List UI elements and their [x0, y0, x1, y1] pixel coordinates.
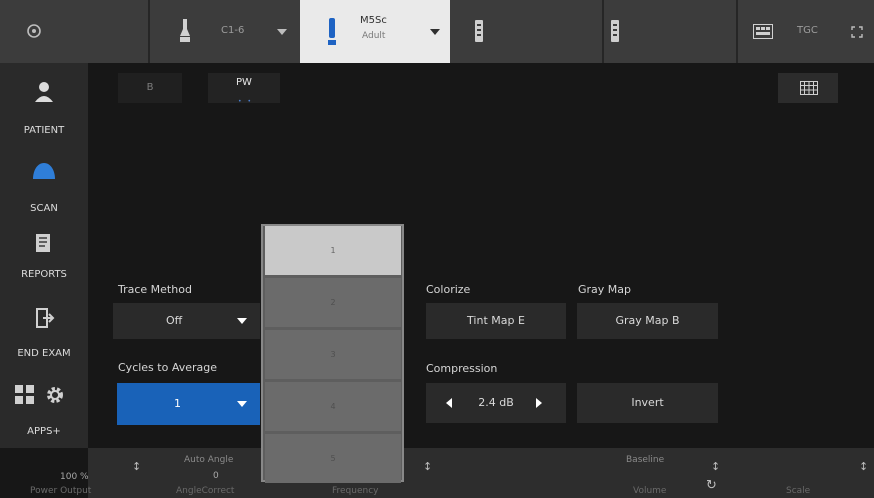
probe-icon [475, 20, 483, 42]
probe-selector-c1-6[interactable]: C1-6 [150, 0, 300, 63]
compression-value: 2.4 dB [478, 396, 514, 409]
grid-icon [800, 81, 818, 95]
cycles-to-average-label: Cycles to Average [118, 361, 217, 374]
colorize-value: Tint Map E [467, 314, 525, 327]
cycles-to-average-value: 1 [174, 397, 181, 410]
power-output-label: Power Output [30, 486, 92, 496]
layout-grid-button[interactable] [778, 73, 838, 103]
expand-icon[interactable] [851, 26, 863, 38]
trace-method-label: Trace Method [118, 283, 192, 296]
gray-map-button[interactable]: Gray Map B [577, 303, 718, 339]
chevron-down-icon [237, 401, 247, 407]
sidebar-item-label: APPS+ [27, 426, 61, 437]
keyboard-icon[interactable] [753, 24, 773, 39]
compression-control: 2.4 dB [426, 383, 566, 423]
sidebar-item-apps[interactable]: APPS+ [0, 381, 88, 457]
invert-button[interactable]: Invert [577, 383, 718, 423]
top-toolbar: C1-6 M5Sc Adult TGC [0, 0, 874, 63]
page-indicator: • • [238, 98, 253, 105]
tgc-label[interactable]: TGC [797, 25, 818, 36]
chevron-down-icon[interactable] [277, 29, 287, 35]
increase-arrow-icon[interactable] [536, 398, 542, 408]
probe-slot-empty[interactable] [452, 0, 602, 63]
trace-method-select[interactable]: Off [113, 303, 260, 339]
apps-icon [15, 385, 34, 404]
colorize-button[interactable]: Tint Map E [426, 303, 566, 339]
patient-icon [35, 82, 53, 102]
option-label: 1 [330, 246, 336, 255]
dropdown-option[interactable]: 3 [265, 330, 401, 379]
trace-method-value: Off [166, 314, 183, 327]
gray-map-label: Gray Map [578, 283, 632, 296]
tgc-segment[interactable]: TGC [738, 0, 874, 63]
probe-name: M5Sc [360, 15, 387, 26]
sidebar-item-label: SCAN [30, 203, 58, 214]
probe-icon [328, 18, 336, 45]
dropdown-option[interactable]: 5 [265, 434, 401, 483]
sidebar: PATIENT SCAN REPORTS END EXAM APPS+ [0, 63, 88, 448]
tab-pw-mode[interactable]: PW • • [208, 73, 280, 105]
scale-adjust-icon[interactable]: ↕ [859, 460, 868, 473]
scale-label[interactable]: Scale [786, 486, 810, 496]
option-label: 2 [330, 298, 336, 307]
probe-icon [180, 19, 190, 42]
probe-selector-active[interactable]: M5Sc Adult [300, 0, 450, 63]
tab-b-mode[interactable]: B [118, 73, 182, 103]
tab-label: B [146, 82, 154, 93]
power-output-adjust-icon[interactable]: ↕ [132, 460, 141, 473]
probe-icon [611, 20, 619, 42]
probe-name: C1-6 [221, 25, 245, 36]
home-segment[interactable] [0, 0, 148, 63]
frequency-label[interactable]: Frequency [332, 486, 379, 496]
baseline-adjust-icon[interactable]: ↕ [711, 460, 720, 473]
option-label: 5 [330, 454, 336, 463]
chevron-down-icon [237, 318, 247, 324]
volume-label[interactable]: Volume [633, 486, 666, 496]
frequency-adjust-icon[interactable]: ↕ [423, 460, 432, 473]
dropdown-option[interactable]: 1 [265, 226, 401, 275]
option-label: 3 [330, 350, 336, 359]
tab-label: PW [236, 77, 252, 88]
sidebar-item-label: PATIENT [23, 125, 65, 136]
rotate-icon[interactable]: ↻ [706, 478, 717, 493]
compression-label: Compression [426, 362, 498, 375]
decrease-arrow-icon[interactable] [446, 398, 452, 408]
angle-value: 0 [213, 471, 219, 481]
sidebar-item-label: REPORTS [21, 269, 67, 280]
dropdown-option[interactable]: 2 [265, 278, 401, 327]
gray-map-value: Gray Map B [615, 314, 680, 327]
chevron-down-icon[interactable] [430, 29, 440, 35]
option-label: 4 [330, 402, 336, 411]
cycles-to-average-select[interactable]: 1 [117, 383, 260, 425]
probe-preset: Adult [362, 31, 386, 41]
gear-icon [47, 387, 63, 403]
invert-label: Invert [631, 396, 664, 409]
reports-icon [36, 234, 50, 252]
power-output-value: 100 % [60, 472, 89, 482]
sidebar-item-scan[interactable]: SCAN [0, 151, 88, 227]
scan-icon [33, 163, 55, 179]
angle-correct-label[interactable]: AngleCorrect [176, 486, 234, 496]
end-exam-icon [36, 308, 55, 328]
power-icon[interactable] [27, 24, 41, 38]
bottom-control-bar: 100 % Power Output ↕ Auto Angle 0 AngleC… [30, 448, 874, 498]
probe-slot-empty[interactable] [604, 0, 754, 63]
sidebar-item-patient[interactable]: PATIENT [0, 73, 88, 149]
cycles-dropdown-menu: 1 2 3 4 5 [261, 224, 404, 483]
dropdown-option[interactable]: 4 [265, 382, 401, 431]
sidebar-item-reports[interactable]: REPORTS [0, 227, 88, 303]
sidebar-item-label: END EXAM [17, 348, 71, 359]
colorize-label: Colorize [426, 283, 471, 296]
auto-angle-label[interactable]: Auto Angle [184, 455, 233, 465]
sidebar-item-end-exam[interactable]: END EXAM [0, 303, 88, 379]
baseline-label[interactable]: Baseline [626, 455, 664, 465]
